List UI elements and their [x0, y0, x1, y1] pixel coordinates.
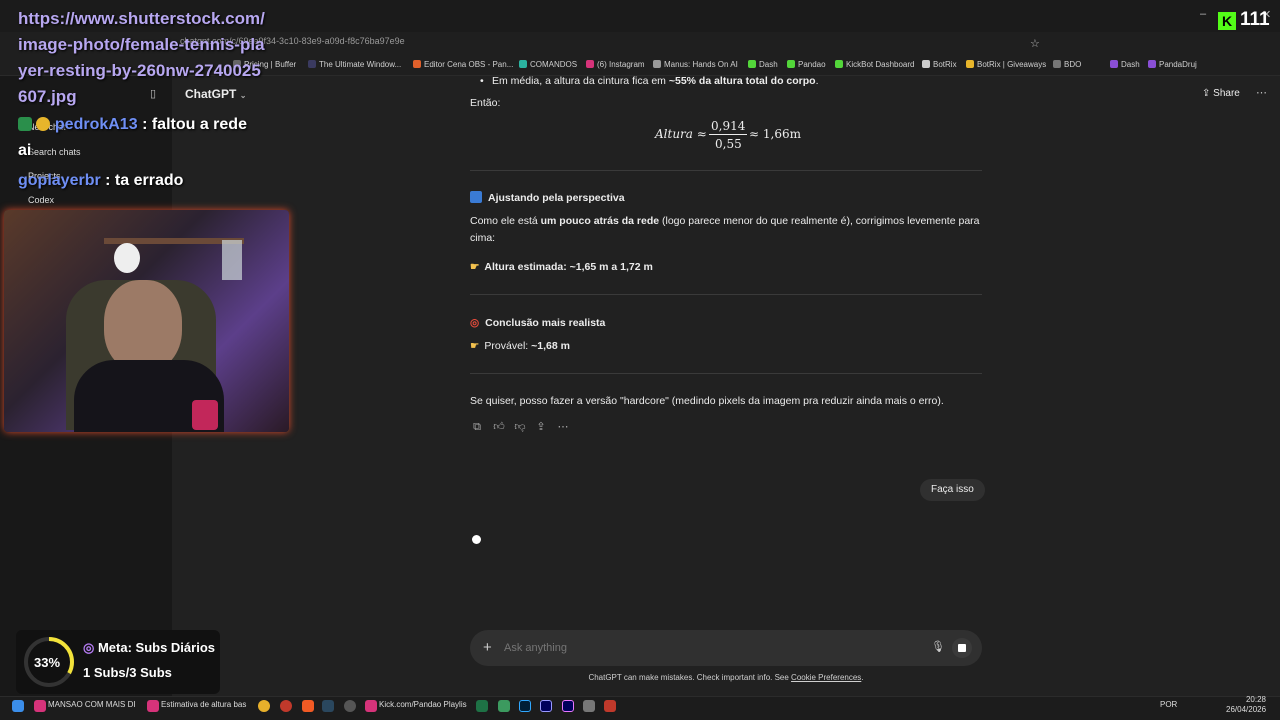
- goal-percent: 33%: [34, 655, 61, 670]
- webcam-feed: [4, 210, 289, 432]
- kick-logo: K: [1218, 12, 1236, 30]
- bookmark-item[interactable]: Dash: [748, 60, 778, 69]
- kick-viewer-count: 111: [1240, 9, 1270, 30]
- taskbar-app-icon[interactable]: [280, 700, 292, 712]
- goal-title: ◎ Meta: Subs Diários: [83, 640, 215, 655]
- chat-message: pedrokA13 : faltou a rede ai: [18, 116, 247, 159]
- subs-goal-widget: 33% ◎ Meta: Subs Diários 1 Subs/3 Subs: [16, 630, 220, 694]
- divider: [470, 373, 982, 374]
- chat-message: goplayerbr : ta errado: [18, 172, 184, 189]
- taskbar-app-icon[interactable]: [498, 700, 510, 712]
- chrome-icon[interactable]: [258, 700, 270, 712]
- taskbar-item[interactable]: Estimativa de altura bas: [161, 700, 246, 709]
- pointing-hand-icon: ☛: [470, 261, 480, 273]
- thumbs-down-icon[interactable]: 👎︎: [513, 420, 527, 434]
- chart-emoji-icon: [470, 191, 482, 203]
- taskbar-clock[interactable]: 20:28 26/04/2026: [1226, 695, 1266, 715]
- windows-start-icon[interactable]: [12, 700, 24, 712]
- bookmark-item[interactable]: BDO: [1053, 60, 1081, 69]
- entao-text: Então:: [470, 97, 501, 109]
- pointing-hand-icon: ☛: [470, 340, 480, 352]
- badge-icon: [36, 117, 51, 131]
- section-conclusion-title: ◎ Conclusão mais realista: [470, 317, 606, 329]
- chat-badge-icon: [18, 117, 32, 131]
- mug: [192, 400, 218, 430]
- bookmark-item[interactable]: BotRix: [922, 60, 957, 69]
- taskbar-item[interactable]: Kick.com/Pandao Playlis: [379, 700, 467, 709]
- bullet-item: • Em média, a altura da cintura fica em …: [470, 73, 982, 90]
- glass-figure: [222, 240, 242, 280]
- stop-icon: [958, 644, 966, 652]
- divider: [470, 294, 982, 295]
- thumbs-up-icon[interactable]: 👍︎: [492, 420, 506, 434]
- overlay-image-url: https://www.shutterstock.com/image-photo…: [18, 9, 265, 106]
- cookie-preferences-link[interactable]: Cookie Preferences: [791, 673, 861, 682]
- prompt-input[interactable]: [504, 640, 904, 656]
- typing-indicator: [472, 535, 481, 544]
- perspective-paragraph: Como ele está um pouco atrás da rede (lo…: [470, 215, 980, 244]
- panda-figure: [114, 243, 140, 273]
- bookmark-item[interactable]: Dash: [1110, 60, 1140, 69]
- taskbar-item[interactable]: MANSAO COM MAIS DI: [48, 700, 136, 709]
- sidebar-item-codex[interactable]: Codex: [28, 195, 54, 205]
- taskbar-app-icon[interactable]: [604, 700, 616, 712]
- target-icon: ◎: [470, 317, 480, 329]
- share-response-icon[interactable]: ⇪: [534, 420, 548, 434]
- copy-icon[interactable]: ⧉: [470, 420, 484, 434]
- input-language[interactable]: POR: [1160, 700, 1177, 709]
- more-actions-icon[interactable]: ⋯: [556, 420, 570, 434]
- divider: [470, 170, 982, 171]
- brave-icon[interactable]: [302, 700, 314, 712]
- share-icon: ⇪: [1202, 88, 1211, 99]
- disclaimer-text: ChatGPT can make mistakes. Check importa…: [588, 673, 864, 682]
- user-message-bubble: Faça isso: [920, 479, 985, 501]
- bookmark-item[interactable]: KickBot Dashboard: [835, 60, 914, 69]
- goal-icon: ◎: [83, 640, 95, 655]
- more-options-icon[interactable]: ⋯: [1256, 86, 1267, 99]
- plus-icon[interactable]: +: [483, 639, 492, 656]
- stop-button[interactable]: [952, 638, 972, 658]
- bookmark-item[interactable]: Manus: Hands On AI: [653, 60, 738, 69]
- goal-progress-text: 1 Subs/3 Subs: [83, 665, 172, 680]
- section-perspective-title: Ajustando pela perspectiva: [470, 190, 982, 207]
- bookmark-star-icon[interactable]: ☆: [1030, 37, 1040, 50]
- bookmark-item[interactable]: The Ultimate Window...: [308, 60, 401, 69]
- bookmark-item[interactable]: (6) Instagram: [586, 60, 645, 69]
- taskbar-app-icon[interactable]: [34, 700, 46, 712]
- bookmark-item[interactable]: BotRix | Giveaways: [966, 60, 1046, 69]
- steam-icon[interactable]: [322, 700, 334, 712]
- minimize-icon[interactable]: –: [1200, 8, 1206, 20]
- probable-line: ☛ Provável: ~1,68 m: [470, 340, 570, 352]
- bullet-dot: •: [480, 75, 484, 87]
- bookmark-item[interactable]: COMANDOS: [519, 60, 577, 69]
- taskbar-app-icon[interactable]: [583, 700, 595, 712]
- obs-icon[interactable]: [344, 700, 356, 712]
- after-effects-icon[interactable]: [540, 700, 552, 712]
- premiere-icon[interactable]: [562, 700, 574, 712]
- composer: + 🎙︎: [470, 630, 982, 666]
- taskbar-app-icon[interactable]: [365, 700, 377, 712]
- excel-icon[interactable]: [476, 700, 488, 712]
- photoshop-icon[interactable]: [519, 700, 531, 712]
- closing-text: Se quiser, posso fazer a versão "hardcor…: [470, 395, 944, 407]
- taskbar-app-icon[interactable]: [147, 700, 159, 712]
- bookmark-item[interactable]: Editor Cena OBS - Pan...: [413, 60, 513, 69]
- share-button[interactable]: ⇪ Share: [1202, 88, 1240, 99]
- microphone-icon[interactable]: 🎙︎: [931, 640, 945, 653]
- bookmark-item[interactable]: Pandao: [787, 60, 826, 69]
- streamer-head: [104, 280, 182, 372]
- bookmark-item[interactable]: PandaDruj: [1148, 60, 1197, 69]
- estimate-line: ☛ Altura estimada: ~1,65 m a 1,72 m: [470, 261, 653, 273]
